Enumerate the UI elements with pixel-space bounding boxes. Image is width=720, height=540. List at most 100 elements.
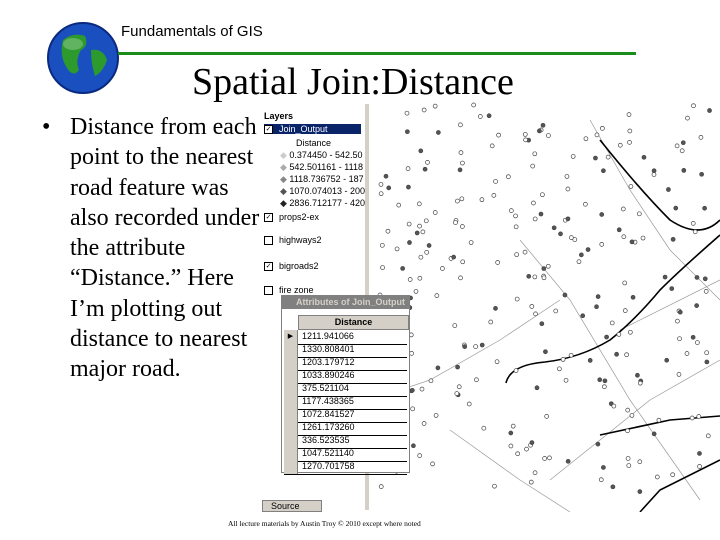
- parcel-point: [434, 293, 440, 298]
- row-selector[interactable]: [284, 421, 298, 435]
- row-selector[interactable]: [284, 447, 298, 461]
- parcel-point: [432, 103, 438, 109]
- layer-checkbox[interactable]: ✓: [264, 262, 273, 272]
- layer-checkbox[interactable]: [264, 236, 273, 246]
- parcel-point: [515, 451, 521, 457]
- parcel-point: [702, 205, 707, 211]
- parcel-point: [421, 107, 427, 113]
- parcel-point: [534, 385, 540, 391]
- parcel-point: [486, 113, 492, 119]
- distance-cell: 1261.173260: [302, 422, 355, 432]
- row-selector[interactable]: [284, 395, 298, 409]
- parcel-point: [508, 208, 514, 213]
- parcel-point: [544, 414, 550, 419]
- parcel-point: [673, 205, 679, 211]
- parcel-point: [594, 304, 599, 310]
- source-tab[interactable]: Source: [262, 500, 322, 512]
- parcel-point: [616, 227, 622, 233]
- parcel-point: [462, 344, 468, 349]
- parcel-point: [413, 289, 419, 294]
- parcel-point: [460, 160, 465, 166]
- parcel-point: [636, 211, 642, 217]
- parcel-point: [418, 254, 424, 260]
- layer-checkbox[interactable]: ✓: [264, 125, 273, 135]
- parcel-point: [383, 173, 389, 179]
- parcel-point: [410, 406, 416, 412]
- minor-road: [589, 119, 720, 301]
- parcel-point: [617, 142, 623, 148]
- layer-item[interactable]: ◆ 0.374450 - 542.50: [280, 150, 363, 161]
- parcel-point: [696, 414, 702, 419]
- distance-cell: 1270.701758: [302, 461, 355, 471]
- parcel-point: [656, 417, 662, 423]
- layer-label: fire zone: [279, 285, 314, 295]
- row-selector[interactable]: [284, 460, 298, 474]
- layer-label: 542.501161 - 1118: [289, 162, 363, 172]
- parcel-point: [400, 266, 405, 271]
- row-selector[interactable]: ▶: [284, 330, 298, 344]
- parcel-point: [466, 401, 472, 407]
- parcel-point: [664, 357, 670, 363]
- parcel-point: [414, 230, 420, 236]
- table-row[interactable]: 1270.701758: [284, 460, 407, 475]
- row-selector[interactable]: [284, 434, 298, 448]
- layer-item[interactable]: ✓ bigroads2: [264, 261, 319, 272]
- parcel-point: [691, 103, 696, 109]
- parcel-point: [605, 154, 611, 160]
- column-header-distance[interactable]: Distance: [298, 315, 409, 330]
- parcel-point: [409, 387, 415, 393]
- row-selector[interactable]: [284, 356, 298, 370]
- parcel-point: [635, 372, 640, 378]
- parcel-point: [594, 132, 600, 138]
- parcel-point: [616, 332, 622, 337]
- parcel-point: [609, 320, 615, 326]
- layer-item[interactable]: highways2: [264, 235, 322, 246]
- parcel-point: [477, 114, 483, 119]
- parcel-point: [432, 210, 438, 215]
- symbol-icon: ◆: [280, 174, 290, 184]
- parcel-point: [489, 143, 495, 149]
- parcel-point: [568, 352, 574, 358]
- parcel-point: [601, 168, 606, 174]
- layer-item[interactable]: ✓ props2-ex: [264, 212, 319, 223]
- layer-checkbox[interactable]: ✓: [264, 213, 273, 223]
- row-selector[interactable]: [284, 408, 298, 422]
- parcel-point: [681, 168, 687, 173]
- layer-checkbox[interactable]: [264, 286, 273, 296]
- parcel-point: [523, 137, 528, 143]
- parcel-point: [532, 151, 538, 157]
- parcel-point: [510, 423, 516, 429]
- parcel-point: [640, 235, 646, 241]
- row-selector[interactable]: [284, 382, 298, 396]
- parcel-point: [690, 221, 696, 226]
- parcel-point: [424, 249, 430, 255]
- parcel-point: [540, 192, 545, 198]
- parcel-point: [583, 136, 589, 142]
- parcel-point: [417, 275, 423, 281]
- layer-item[interactable]: fire zone: [264, 285, 314, 296]
- layer-item[interactable]: Distance: [296, 138, 331, 148]
- parcel-point: [679, 148, 685, 154]
- header-divider: [118, 52, 636, 55]
- row-selector[interactable]: [284, 343, 298, 357]
- parcel-point: [670, 236, 676, 242]
- parcel-point: [565, 186, 571, 192]
- parcel-point: [629, 239, 635, 245]
- layer-item[interactable]: ◆ 542.501161 - 1118: [280, 162, 363, 173]
- row-selector[interactable]: [284, 369, 298, 383]
- parcel-point: [697, 464, 702, 469]
- layer-item[interactable]: ◆ 1070.074013 - 200: [280, 186, 365, 197]
- layer-label: bigroads2: [279, 261, 319, 271]
- layers-heading: Layers: [264, 111, 294, 121]
- parcel-point: [627, 329, 633, 335]
- globe-logo: [47, 22, 119, 94]
- parcel-point: [599, 242, 605, 247]
- layer-item[interactable]: ◆ 1118.736752 - 187: [280, 174, 364, 185]
- layer-item[interactable]: ✓ Join_Output: [264, 124, 361, 135]
- parcel-point: [627, 128, 633, 134]
- parcel-point: [456, 384, 462, 390]
- layer-item[interactable]: ◆ 2836.712177 - 420: [280, 198, 365, 209]
- distance-cell: 1330.808401: [302, 344, 355, 354]
- parcel-point: [670, 472, 676, 478]
- distance-cell: 1203.179712: [302, 357, 355, 367]
